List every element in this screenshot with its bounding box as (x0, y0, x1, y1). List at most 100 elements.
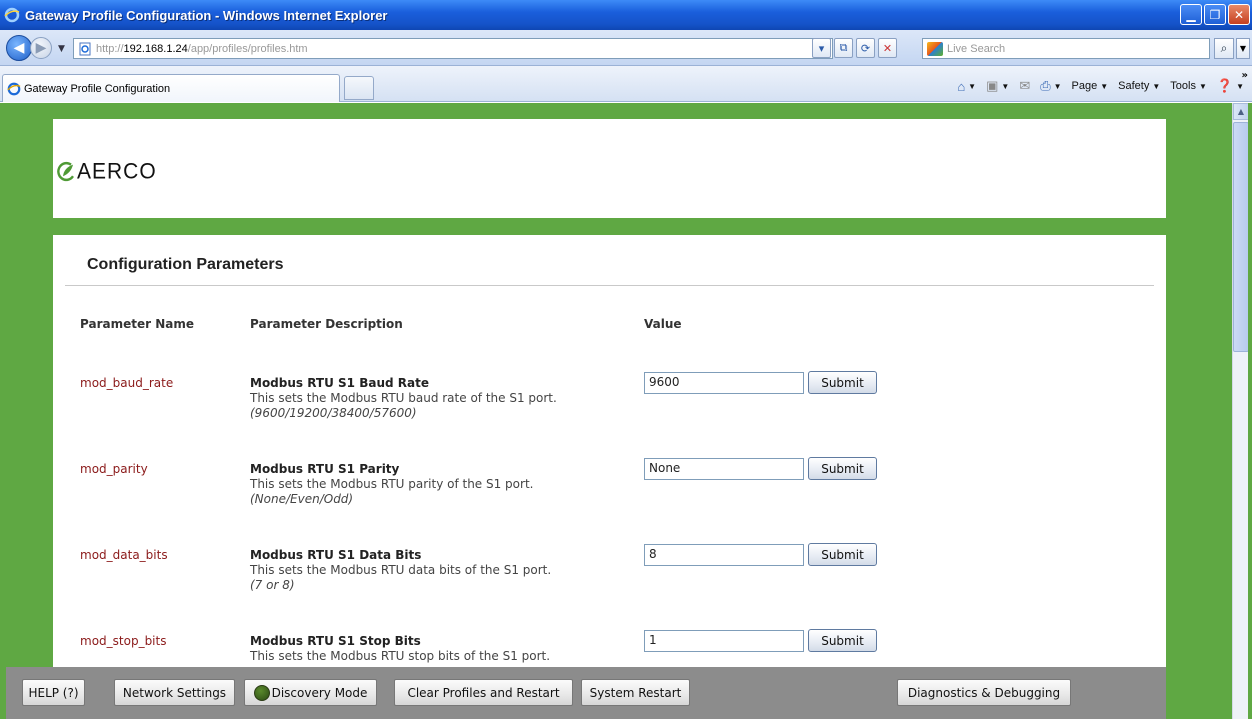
search-icon[interactable]: ⌕ (1214, 38, 1234, 59)
window-controls: ▁ ❐ ✕ (1180, 4, 1250, 25)
discovery-mode-button[interactable]: Discovery Mode (244, 679, 377, 706)
param-name: mod_data_bits (80, 548, 168, 562)
divider (65, 285, 1154, 286)
ie-logo-icon (4, 7, 20, 23)
home-button[interactable]: ⌂ ▼ (957, 79, 976, 94)
param-description: Modbus RTU S1 Baud Rate This sets the Mo… (250, 376, 630, 421)
url-prefix: http:// (96, 42, 124, 55)
param-detail: This sets the Modbus RTU parity of the S… (250, 477, 534, 491)
diagnostics-button[interactable]: Diagnostics & Debugging (897, 679, 1071, 706)
print-button[interactable]: ⎙ ▼ (1040, 78, 1061, 94)
submit-button[interactable]: Submit (808, 543, 877, 566)
minimize-button[interactable]: ▁ (1180, 4, 1202, 25)
close-button[interactable]: ✕ (1228, 4, 1250, 25)
submit-button[interactable]: Submit (808, 371, 877, 394)
param-range: (7 or 8) (250, 578, 295, 592)
param-detail: This sets the Modbus RTU stop bits of th… (250, 649, 551, 663)
param-description: Modbus RTU S1 Data Bits This sets the Mo… (250, 548, 630, 593)
tab-label: Gateway Profile Configuration (24, 82, 171, 95)
system-restart-button[interactable]: System Restart (581, 679, 690, 706)
home-icon: ⌂ (957, 78, 966, 94)
header-value: Value (644, 317, 682, 331)
param-name: mod_stop_bits (80, 634, 167, 648)
url-host: 192.168.1.24 (123, 42, 188, 55)
param-row: mod_data_bits Modbus RTU S1 Data Bits Th… (53, 543, 1166, 634)
param-row: mod_parity Modbus RTU S1 Parity This set… (53, 457, 1166, 548)
vertical-scrollbar[interactable]: ▲ (1232, 103, 1249, 719)
command-bar: ⌂ ▼ ▣ ▼ ✉ ⎙ ▼ Page ▼ Safety ▼ Tools ▼ ❓ ▼ (957, 78, 1244, 94)
safety-menu[interactable]: Safety ▼ (1118, 80, 1160, 92)
stop-icon[interactable]: ✕ (878, 38, 897, 58)
param-detail: This sets the Modbus RTU data bits of th… (250, 563, 552, 577)
param-range: (9600/19200/38400/57600) (250, 406, 417, 420)
url-path: /app/profiles/profiles.htm (187, 42, 308, 55)
scrollbar-thumb[interactable] (1233, 122, 1249, 352)
address-toolbar: ◀ ▶ ▼ http://192.168.1.24/app/profiles/p… (0, 30, 1252, 66)
live-search-icon (927, 41, 943, 56)
mail-button[interactable]: ✉ (1019, 78, 1030, 94)
param-detail: This sets the Modbus RTU baud rate of th… (250, 391, 557, 405)
print-icon: ⎙ (1040, 78, 1051, 93)
aerco-leaf-icon (57, 161, 74, 182)
tools-menu-label: Tools (1170, 80, 1196, 92)
address-dropdown-icon[interactable]: ▾ (812, 38, 831, 58)
bottom-toolbar: HELP (?) Network Settings Discovery Mode… (6, 667, 1166, 719)
maximize-button[interactable]: ❐ (1204, 4, 1226, 25)
network-settings-button[interactable]: Network Settings (114, 679, 235, 706)
compatibility-icon[interactable]: ⧉ (834, 38, 853, 58)
aerco-logo: AERCO (56, 159, 157, 184)
data-bits-input[interactable]: 8 (644, 544, 804, 566)
scroll-up-icon[interactable]: ▲ (1233, 103, 1249, 120)
window-titlebar: Gateway Profile Configuration - Windows … (0, 0, 1252, 30)
header-panel: AERCO (53, 119, 1166, 218)
feeds-button[interactable]: ▣ ▼ (986, 78, 1009, 94)
tools-menu[interactable]: Tools ▼ (1170, 80, 1207, 92)
stop-bits-input[interactable]: 1 (644, 630, 804, 652)
tab-command-bar: Gateway Profile Configuration ⌂ ▼ ▣ ▼ ✉ ⎙ ▼… (0, 66, 1252, 102)
config-title: Configuration Parameters (87, 256, 284, 273)
discovery-status-icon (253, 684, 270, 701)
forward-button[interactable]: ▶ (30, 37, 52, 59)
more-commands-button[interactable]: » (1242, 70, 1248, 81)
configuration-panel: Configuration Parameters Parameter Name … (53, 235, 1166, 719)
safety-menu-label: Safety (1118, 80, 1150, 92)
page-edge (1248, 103, 1252, 719)
page-icon (79, 42, 91, 55)
submit-button[interactable]: Submit (808, 629, 877, 652)
new-tab-button[interactable] (344, 76, 374, 100)
refresh-icon[interactable]: ⟳ (856, 38, 875, 58)
param-name: mod_baud_rate (80, 376, 174, 390)
header-parameter-name: Parameter Name (80, 317, 194, 331)
param-description: Modbus RTU S1 Parity This sets the Modbu… (250, 462, 630, 507)
param-title: Modbus RTU S1 Stop Bits (250, 634, 421, 648)
page-menu[interactable]: Page ▼ (1072, 80, 1109, 92)
search-input[interactable]: Live Search (922, 38, 1210, 59)
param-description: Modbus RTU S1 Stop Bits This sets the Mo… (250, 634, 630, 664)
param-row: mod_baud_rate Modbus RTU S1 Baud Rate Th… (53, 371, 1166, 462)
window-title: Gateway Profile Configuration - Windows … (25, 7, 388, 23)
search-placeholder: Live Search (947, 42, 1006, 55)
baud-rate-input[interactable]: 9600 (644, 372, 804, 394)
back-button[interactable]: ◀ (6, 35, 32, 61)
param-range: (None/Even/Odd) (250, 492, 354, 506)
param-name: mod_parity (80, 462, 148, 476)
mail-icon: ✉ (1019, 78, 1031, 93)
logo-text: AERCO (77, 159, 157, 184)
submit-button[interactable]: Submit (808, 457, 877, 480)
param-title: Modbus RTU S1 Data Bits (250, 548, 422, 562)
ie-tab-icon (7, 82, 21, 95)
discovery-mode-label: Discovery Mode (271, 685, 368, 700)
search-options-icon[interactable]: ▼ (1236, 38, 1250, 59)
feeds-icon: ▣ (986, 78, 999, 93)
address-input[interactable]: http://192.168.1.24/app/profiles/profile… (73, 38, 833, 59)
recent-pages-dropdown[interactable]: ▼ (58, 44, 65, 54)
help-button[interactable]: HELP (?) (22, 679, 85, 706)
help-menu[interactable]: ❓ ▼ (1217, 78, 1244, 94)
header-parameter-description: Parameter Description (250, 317, 403, 331)
page-viewport: AERCO Configuration Parameters Parameter… (0, 103, 1252, 719)
tab-gateway-profile[interactable]: Gateway Profile Configuration (2, 74, 340, 102)
clear-profiles-button[interactable]: Clear Profiles and Restart (394, 679, 573, 706)
parity-input[interactable]: None (644, 458, 804, 480)
help-icon: ❓ (1216, 78, 1234, 93)
param-title: Modbus RTU S1 Baud Rate (250, 376, 429, 390)
